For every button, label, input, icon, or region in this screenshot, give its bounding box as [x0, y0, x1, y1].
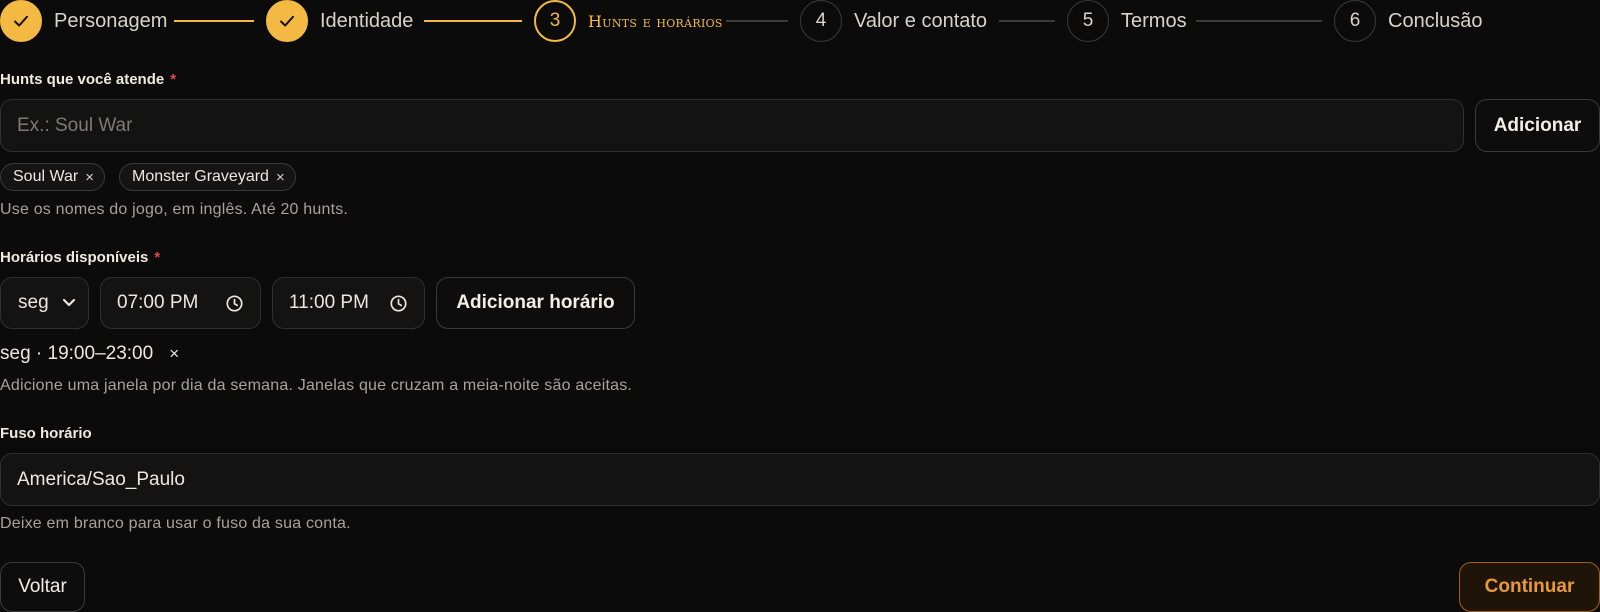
- day-select[interactable]: seg: [0, 277, 89, 329]
- step-number: 6: [1334, 0, 1376, 42]
- schedule-hint: Adicione uma janela por dia da semana. J…: [0, 377, 633, 394]
- step-connector: [1196, 20, 1322, 22]
- stepper: Personagem Identidade 3 Hunts e horários…: [0, 0, 1600, 42]
- step-label: Hunts e horários: [588, 11, 723, 31]
- check-icon: [0, 0, 42, 42]
- step-connector: [999, 20, 1055, 22]
- back-button[interactable]: Voltar: [0, 562, 85, 612]
- wizard-page: Personagem Identidade 3 Hunts e horários…: [0, 0, 1600, 612]
- required-mark: *: [154, 249, 161, 266]
- timezone-hint: Deixe em branco para usar o fuso da sua …: [0, 515, 351, 532]
- step-number: 4: [800, 0, 842, 42]
- step-connector: [424, 20, 522, 22]
- step-label: Personagem: [54, 9, 168, 32]
- step-connector: [174, 20, 254, 22]
- step-hunts-horarios[interactable]: 3 Hunts e horários: [534, 0, 723, 42]
- step-label: Termos: [1121, 9, 1187, 32]
- day-select-value: seg: [18, 292, 49, 313]
- step-identidade[interactable]: Identidade: [266, 0, 413, 42]
- start-time-input[interactable]: 07:00 PM: [100, 277, 261, 329]
- step-number: 5: [1067, 0, 1109, 42]
- hunt-input[interactable]: [17, 114, 1447, 137]
- clock-icon[interactable]: [225, 294, 244, 313]
- step-label: Conclusão: [1388, 9, 1483, 32]
- clock-icon[interactable]: [389, 294, 408, 313]
- step-label: Identidade: [320, 9, 414, 32]
- step-conclusao[interactable]: 6 Conclusão: [1334, 0, 1483, 42]
- step-valor-contato[interactable]: 4 Valor e contato: [800, 0, 987, 42]
- close-icon[interactable]: ×: [276, 169, 285, 186]
- hunt-input-wrapper: [0, 99, 1464, 152]
- timezone-input[interactable]: America/Sao_Paulo: [0, 453, 1600, 506]
- schedule-label-text: Horários disponíveis: [0, 249, 149, 266]
- hunt-chip-label: Soul War: [13, 168, 79, 185]
- schedule-label: Horários disponíveis *: [0, 249, 160, 266]
- start-time-value: 07:00 PM: [117, 292, 199, 313]
- hunt-chip: Soul War ×: [0, 163, 105, 191]
- step-personagem[interactable]: Personagem: [0, 0, 167, 42]
- close-icon[interactable]: ×: [169, 344, 179, 364]
- schedule-slot-text: seg · 19:00–23:00: [0, 343, 154, 364]
- timezone-value: America/Sao_Paulo: [17, 468, 185, 490]
- chevron-down-icon: [62, 298, 76, 307]
- hunts-label-text: Hunts que você atende: [0, 71, 165, 88]
- check-icon: [266, 0, 308, 42]
- add-hunt-button[interactable]: Adicionar: [1475, 99, 1600, 152]
- required-mark: *: [170, 71, 177, 88]
- hunt-chip-label: Monster Graveyard: [132, 168, 269, 185]
- end-time-value: 11:00 PM: [289, 292, 369, 313]
- step-termos[interactable]: 5 Termos: [1067, 0, 1187, 42]
- step-connector: [726, 20, 788, 22]
- schedule-slot: seg · 19:00–23:00 ×: [0, 343, 179, 365]
- end-time-input[interactable]: 11:00 PM: [272, 277, 425, 329]
- continue-button[interactable]: Continuar: [1459, 562, 1600, 612]
- hunts-hint: Use os nomes do jogo, em inglês. Até 20 …: [0, 201, 349, 218]
- hunts-label: Hunts que você atende *: [0, 71, 176, 88]
- timezone-label: Fuso horário: [0, 425, 92, 442]
- hunt-chip: Monster Graveyard ×: [119, 163, 296, 191]
- close-icon[interactable]: ×: [85, 169, 94, 186]
- step-label: Valor e contato: [854, 9, 988, 32]
- add-schedule-button[interactable]: Adicionar horário: [436, 277, 635, 329]
- step-number: 3: [534, 0, 576, 42]
